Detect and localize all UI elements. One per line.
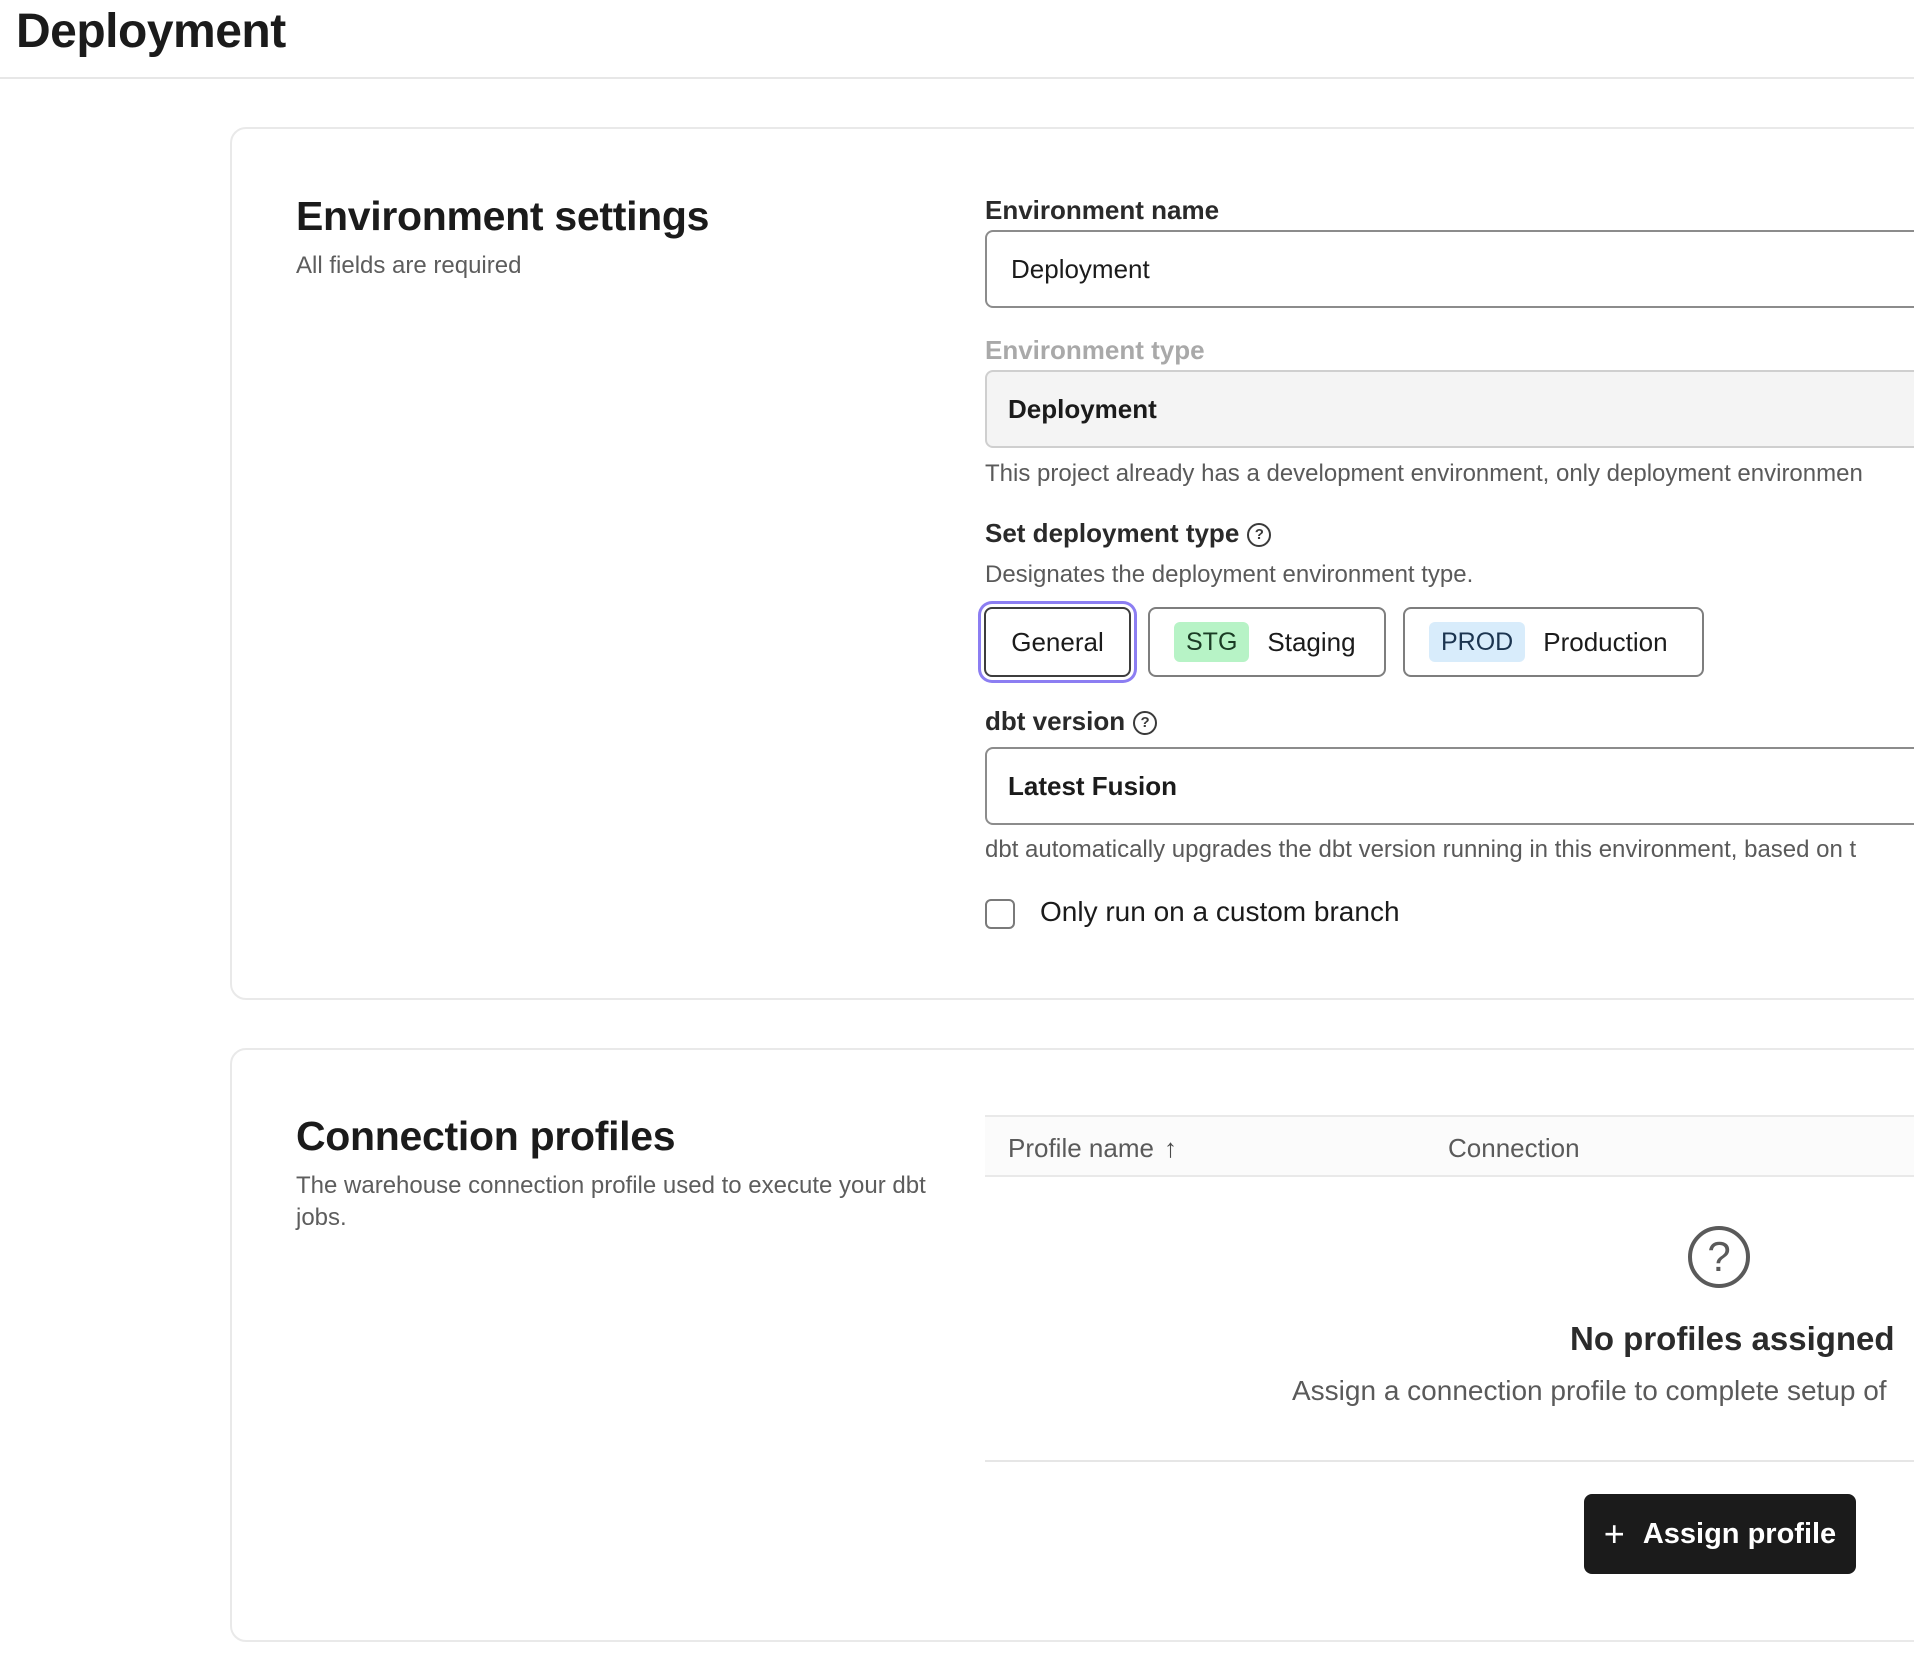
sort-ascending-icon[interactable]: ↑	[1164, 1133, 1177, 1163]
help-circle-icon[interactable]: ?	[1133, 711, 1158, 735]
question-circle-icon: ?	[1688, 1226, 1750, 1288]
stg-badge: STG	[1174, 622, 1250, 662]
prod-badge: PROD	[1429, 622, 1526, 662]
profile-name-header: Profile name	[1008, 1133, 1154, 1163]
assign-profile-button[interactable]: + Assign profile	[1584, 1494, 1856, 1574]
custom-branch-checkbox[interactable]	[985, 899, 1015, 929]
deployment-type-general-button[interactable]: General	[984, 607, 1131, 677]
dbt-version-label: dbt version	[985, 706, 1126, 736]
deployment-type-production-button[interactable]: PROD Production	[1403, 607, 1704, 677]
empty-state-title: No profiles assigned	[1570, 1320, 1895, 1357]
dbt-version-help: dbt automatically upgrades the dbt versi…	[985, 836, 1857, 863]
staging-label: Staging	[1267, 626, 1356, 657]
connection-profiles-subtitle: The warehouse connection profile used to…	[296, 1172, 926, 1231]
plus-icon: +	[1603, 1513, 1625, 1554]
dbt-version-select[interactable]: Latest Fusion	[985, 747, 1914, 825]
environment-name-input[interactable]	[985, 230, 1914, 308]
empty-state-subtitle: Assign a connection profile to complete …	[1292, 1375, 1887, 1406]
general-label: General	[1011, 626, 1104, 657]
deployment-type-help: Designates the deployment environment ty…	[985, 561, 1474, 588]
dbt-version-label-row: dbt version?	[985, 706, 1158, 737]
column-connection[interactable]: Connection	[1448, 1133, 1580, 1164]
column-profile-name[interactable]: Profile name ↑	[1008, 1133, 1177, 1164]
environment-type-help: This project already has a development e…	[985, 460, 1863, 487]
assign-profile-label: Assign profile	[1642, 1517, 1837, 1550]
deployment-type-label-row: Set deployment type?	[985, 518, 1272, 549]
production-label: Production	[1543, 626, 1668, 657]
profiles-table-header: Profile name ↑ Connection	[985, 1115, 1914, 1177]
table-divider	[985, 1460, 1914, 1462]
deployment-type-staging-button[interactable]: STG Staging	[1148, 607, 1386, 677]
help-circle-icon[interactable]: ?	[1247, 523, 1272, 547]
environment-type-select: Deployment	[985, 370, 1914, 448]
page-title: Deployment	[16, 5, 286, 58]
page-header: Deployment	[0, 0, 1914, 79]
environment-type-label: Environment type	[985, 335, 1205, 365]
environment-settings-title: Environment settings	[296, 193, 710, 239]
environment-name-label: Environment name	[985, 195, 1220, 225]
custom-branch-label[interactable]: Only run on a custom branch	[1040, 896, 1400, 928]
environment-settings-subtitle: All fields are required	[296, 252, 522, 279]
deployment-type-label: Set deployment type	[985, 518, 1240, 548]
connection-profiles-title: Connection profiles	[296, 1113, 676, 1159]
